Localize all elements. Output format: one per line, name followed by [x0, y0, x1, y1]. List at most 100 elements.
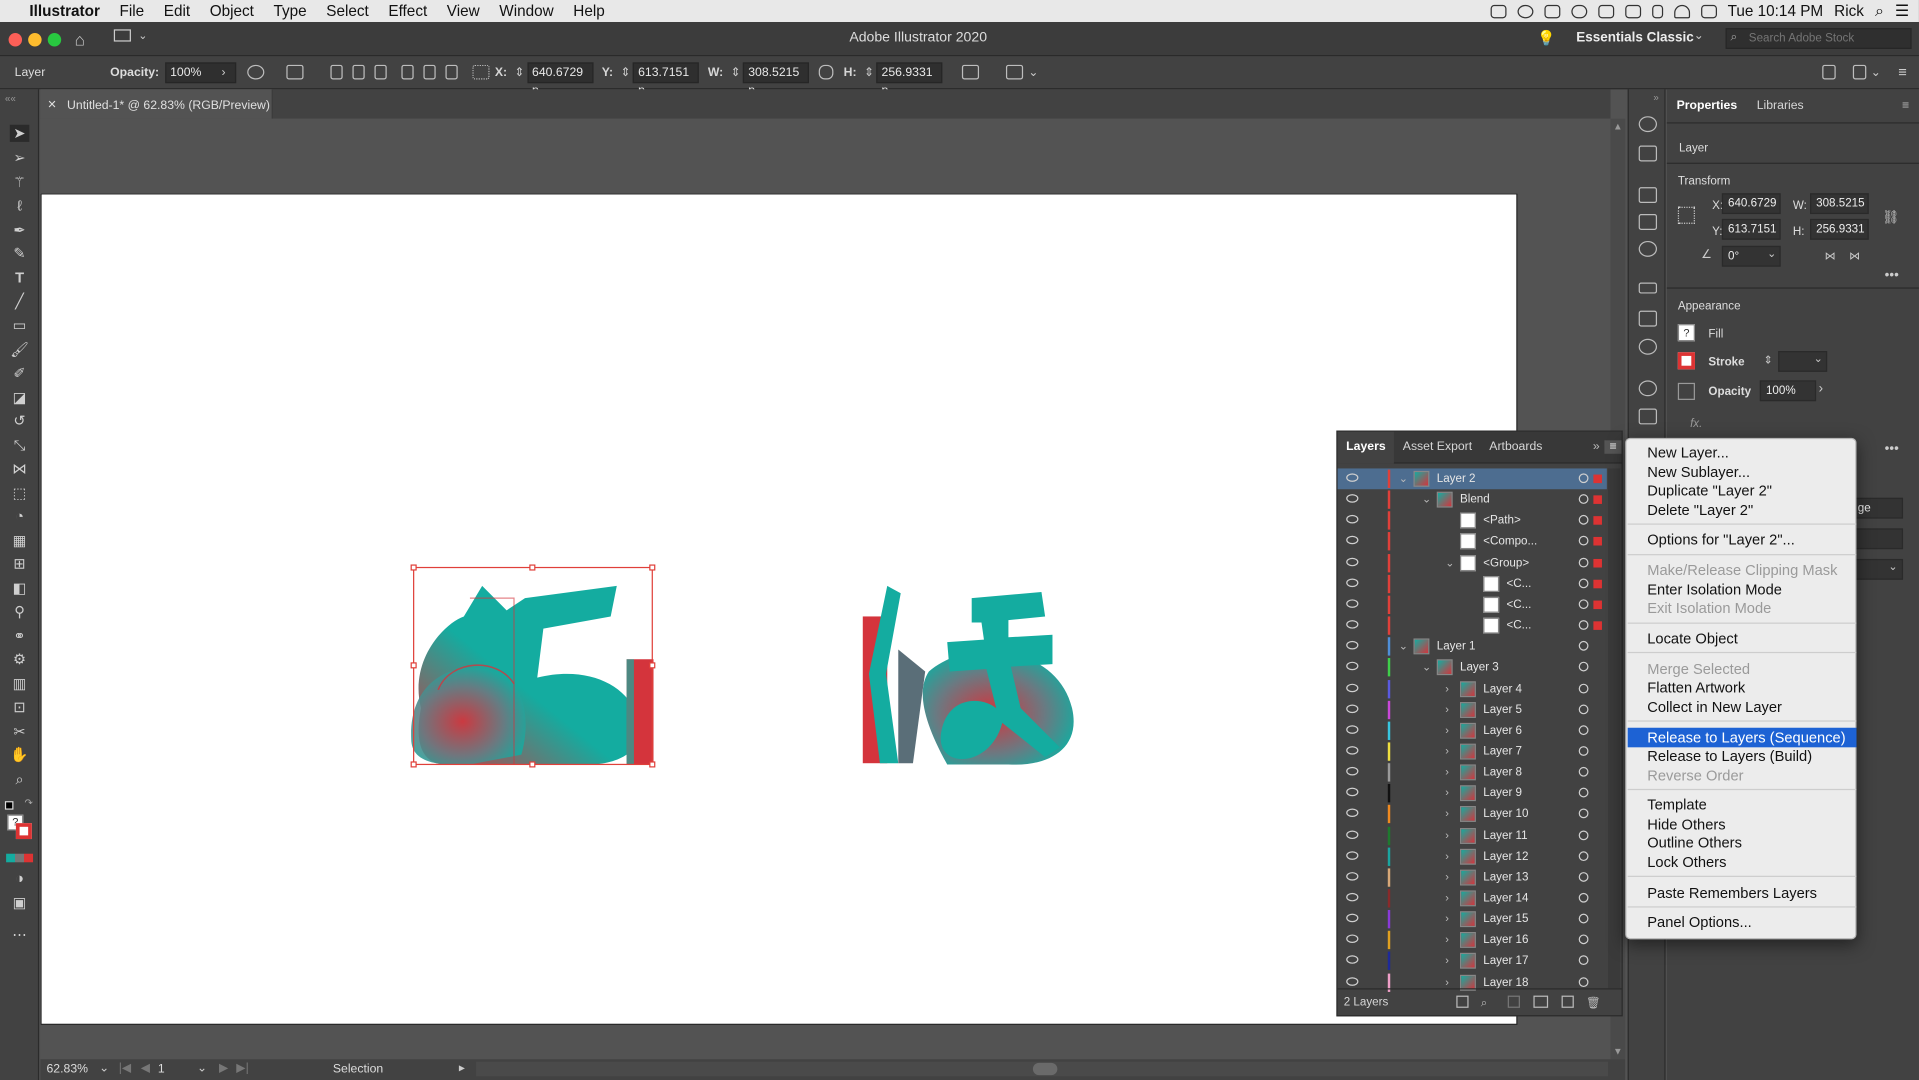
target-circle-icon[interactable] — [1578, 892, 1589, 903]
dropbox-icon[interactable] — [1544, 4, 1560, 18]
constrain-icon[interactable]: ⛓ — [1882, 209, 1899, 225]
visibility-eye-icon[interactable] — [1346, 934, 1359, 944]
user-name[interactable]: Rick — [1834, 2, 1864, 19]
layer-name[interactable]: <Path> — [1483, 510, 1520, 531]
layer-row[interactable]: › Layer 13 — [1338, 867, 1607, 888]
export-icon[interactable] — [1456, 995, 1469, 1008]
expand-chevron-icon[interactable]: ⌄ — [1445, 552, 1454, 573]
pen-tool-icon[interactable]: ✒ — [10, 221, 30, 238]
layer-row[interactable]: <C... — [1338, 615, 1607, 636]
expand-chevron-icon[interactable]: ⌄ — [1399, 468, 1408, 489]
drawing-mode-icon[interactable]: ◑ — [10, 870, 30, 887]
menu-item[interactable]: New Layer... — [1628, 443, 1857, 463]
layer-name[interactable]: <Group> — [1483, 552, 1529, 573]
scroll-up-icon[interactable]: ▲ — [1613, 121, 1623, 132]
constrain-proportions-icon[interactable] — [819, 64, 834, 80]
fill-swatch[interactable]: ? — [1677, 324, 1695, 342]
clipping-mask-icon[interactable] — [1507, 995, 1520, 1008]
target-circle-icon[interactable] — [1578, 746, 1589, 756]
menu-item[interactable]: Lock Others — [1628, 852, 1857, 872]
hand-tool-icon[interactable]: ✋ — [10, 746, 30, 763]
visibility-eye-icon[interactable] — [1346, 683, 1359, 692]
menu-item[interactable]: Release to Layers (Build) — [1628, 746, 1857, 766]
stroke-swatch[interactable] — [1677, 352, 1695, 370]
layer-row[interactable]: ⌄ Blend — [1338, 489, 1607, 510]
paintbrush-tool-icon[interactable]: 🖌 — [10, 341, 30, 358]
fx-label[interactable]: fx. — [1690, 417, 1702, 430]
document-tab[interactable]: × Untitled-1* @ 62.83% (RGB/Preview) — [40, 89, 273, 119]
toolbar-collapse-icon[interactable]: «« — [5, 93, 16, 104]
target-circle-icon[interactable] — [1578, 515, 1589, 526]
expand-chevron-icon[interactable]: ⌄ — [1422, 489, 1431, 510]
stock-search[interactable]: ⌕ — [1725, 28, 1912, 49]
app-menu[interactable]: Illustrator — [20, 0, 110, 22]
lasso-tool-icon[interactable]: ℓ — [10, 197, 30, 214]
visibility-eye-icon[interactable] — [1346, 955, 1359, 965]
recolor-icon[interactable] — [247, 64, 265, 80]
w-field[interactable]: 308.5215 p — [743, 61, 810, 97]
symbols-icon[interactable] — [1638, 240, 1658, 257]
angle-chevron-icon[interactable]: ⌄ — [1767, 247, 1776, 260]
visibility-eye-icon[interactable] — [1346, 808, 1359, 818]
selection-indicator[interactable] — [1593, 495, 1602, 505]
layer-row[interactable]: › Layer 12 — [1338, 846, 1607, 867]
expand-chevron-icon[interactable]: ⌄ — [1399, 636, 1408, 657]
layer-name[interactable]: Layer 11 — [1483, 825, 1527, 846]
visibility-eye-icon[interactable] — [1346, 766, 1359, 776]
target-circle-icon[interactable] — [1578, 641, 1589, 651]
menu-item[interactable]: Hide Others — [1628, 814, 1857, 834]
sync-icon[interactable] — [1517, 4, 1534, 18]
visibility-eye-icon[interactable] — [1346, 787, 1359, 797]
stroke-label[interactable]: Stroke — [1708, 356, 1744, 369]
scale-tool-icon[interactable]: ⤡ — [10, 437, 30, 454]
layer-name[interactable]: Layer 2 — [1437, 468, 1476, 489]
clock[interactable]: Tue 10:14 PM — [1728, 2, 1824, 19]
control-bar-menu-icon[interactable]: ≡ — [1898, 64, 1907, 81]
layer-row[interactable]: › Layer 9 — [1338, 783, 1607, 804]
gradient-panel-icon[interactable] — [1638, 310, 1658, 327]
layers-scrollbar[interactable] — [1608, 468, 1621, 989]
visibility-eye-icon[interactable] — [1346, 557, 1359, 566]
chevron-down-icon[interactable]: ⌄ — [138, 29, 147, 42]
appearance-panel-icon[interactable] — [1638, 380, 1658, 397]
visibility-eye-icon[interactable] — [1346, 850, 1359, 860]
menu-item[interactable]: Release to Layers (Sequence) — [1627, 727, 1857, 747]
target-circle-icon[interactable] — [1578, 536, 1589, 547]
target-circle-icon[interactable] — [1578, 473, 1589, 484]
menu-item[interactable]: Panel Options... — [1628, 913, 1857, 933]
direct-selection-tool-icon[interactable]: ➢ — [10, 149, 30, 166]
lightbulb-icon[interactable]: 💡 — [1537, 29, 1555, 46]
selection-indicator[interactable] — [1593, 516, 1602, 526]
layer-name[interactable]: Layer 7 — [1483, 741, 1522, 762]
layer-row[interactable]: <C... — [1338, 594, 1607, 615]
selection-indicator[interactable] — [1593, 579, 1602, 589]
menu-item[interactable]: Locate Object — [1628, 629, 1857, 649]
graphic-styles-icon[interactable] — [1638, 408, 1658, 425]
align-middle-icon[interactable] — [423, 64, 437, 80]
transform-each-icon[interactable] — [286, 64, 304, 80]
chevron-down-icon[interactable]: ⌄ — [1871, 65, 1881, 78]
visibility-eye-icon[interactable] — [1346, 829, 1359, 839]
creative-cloud-icon[interactable] — [1490, 4, 1507, 18]
collapse-chevron-icon[interactable]: › — [1445, 846, 1449, 867]
menu-item[interactable]: Delete "Layer 2" — [1628, 500, 1857, 520]
chevron-down-icon[interactable]: ⌄ — [1888, 560, 1897, 573]
next-artboard-icon[interactable]: ▶ — [219, 1062, 228, 1075]
opacity-label[interactable]: Opacity — [1708, 385, 1751, 398]
stroke-chevron-icon[interactable]: ⌄ — [1814, 352, 1823, 365]
blend-art-left[interactable] — [411, 585, 654, 765]
blend-tool-icon[interactable]: ⚭ — [10, 627, 30, 644]
target-circle-icon[interactable] — [1578, 955, 1589, 966]
collapse-chevron-icon[interactable]: › — [1445, 951, 1449, 972]
visibility-eye-icon[interactable] — [1346, 725, 1359, 734]
x-stepper-icon[interactable]: ⇕ — [514, 65, 524, 78]
align-center-icon[interactable] — [352, 64, 366, 80]
layer-name[interactable]: Layer 1 — [1437, 636, 1476, 657]
layer-name[interactable]: Layer 16 — [1483, 930, 1528, 951]
symbol-sprayer-tool-icon[interactable]: ⚙ — [10, 651, 30, 668]
chevron-right-icon[interactable]: › — [1819, 382, 1823, 397]
layer-name[interactable]: Layer 17 — [1483, 951, 1528, 972]
layer-name[interactable]: Layer 13 — [1483, 867, 1528, 888]
swatches-icon[interactable] — [1638, 187, 1658, 204]
y-field[interactable]: 613.7151 p — [633, 61, 700, 97]
